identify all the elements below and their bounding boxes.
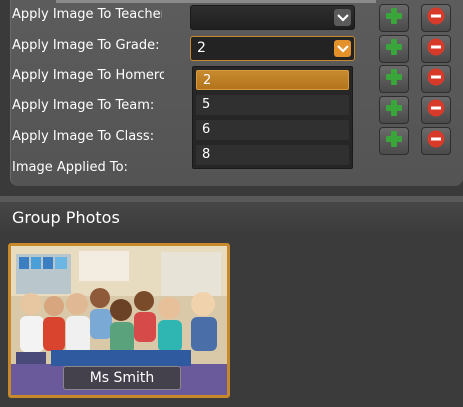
plus-icon	[385, 7, 403, 29]
teacher-select[interactable]	[190, 5, 355, 30]
plus-icon	[385, 99, 403, 121]
remove-button[interactable]	[421, 127, 451, 155]
group-photos-title: Group Photos	[0, 202, 463, 232]
plus-icon	[385, 38, 403, 60]
photo-name-label: Ms Smith	[63, 366, 181, 390]
teacher-label: Apply Image To Teacher:	[12, 7, 162, 22]
add-button[interactable]	[379, 4, 409, 32]
panel-top-strip	[56, 0, 376, 3]
class-label: Apply Image To Class:	[12, 129, 155, 144]
grade-option[interactable]: 2	[196, 70, 349, 90]
grade-dropdown-list: 2 5 6 8	[192, 66, 353, 169]
group-photo-card[interactable]: Ms Smith	[8, 243, 230, 398]
homeroom-label: Apply Image To Homeroom:	[12, 68, 164, 83]
grade-label: Apply Image To Grade:	[12, 38, 160, 53]
remove-button[interactable]	[421, 96, 451, 124]
minus-icon	[427, 130, 445, 152]
plus-icon	[385, 68, 403, 90]
plus-icon	[385, 130, 403, 152]
remove-button[interactable]	[421, 4, 451, 32]
grade-option[interactable]: 5	[196, 95, 349, 115]
minus-icon	[427, 7, 445, 29]
minus-icon	[427, 38, 445, 60]
remove-button[interactable]	[421, 35, 451, 63]
grade-option[interactable]: 8	[196, 145, 349, 165]
add-button[interactable]	[379, 65, 409, 93]
grade-select[interactable]: 2	[190, 36, 355, 61]
minus-icon	[427, 99, 445, 121]
add-button[interactable]	[379, 35, 409, 63]
chevron-down-icon[interactable]	[334, 9, 351, 26]
image-applied-to-label: Image Applied To:	[12, 160, 128, 175]
chevron-down-icon[interactable]	[334, 40, 351, 57]
remove-button[interactable]	[421, 65, 451, 93]
grade-select-value: 2	[197, 40, 206, 56]
team-label: Apply Image To Team:	[12, 98, 155, 113]
minus-icon	[427, 68, 445, 90]
add-button[interactable]	[379, 127, 409, 155]
add-button[interactable]	[379, 96, 409, 124]
grade-option[interactable]: 6	[196, 120, 349, 140]
